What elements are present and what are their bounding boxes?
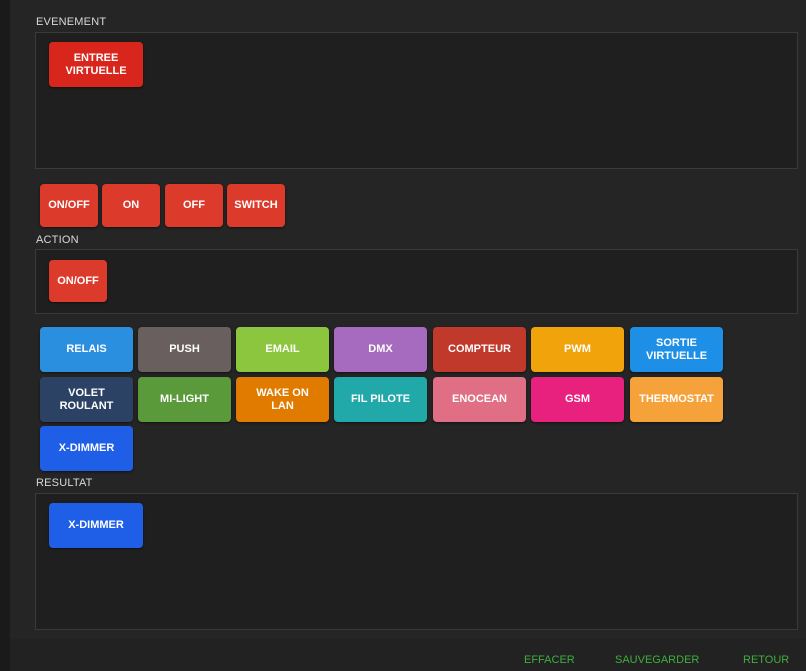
section-label-action: ACTION xyxy=(36,234,79,246)
type-label-wake-on-lan: WAKE ON LAN xyxy=(256,386,309,412)
event-button-on[interactable]: ON xyxy=(102,184,160,227)
effacer-button[interactable]: EFFACER xyxy=(524,654,575,666)
type-button-x-dimmer[interactable]: X-DIMMER xyxy=(40,426,133,471)
type-button-wake-on-lan[interactable]: WAKE ON LAN xyxy=(236,377,329,422)
type-button-gsm[interactable]: GSM xyxy=(531,377,624,422)
type-button-volet-roulant[interactable]: VOLET ROULANT xyxy=(40,377,133,422)
sauvegarder-button[interactable]: SAUVEGARDER xyxy=(615,654,699,666)
evenement-selected-button[interactable]: ENTREE VIRTUELLE xyxy=(49,42,143,87)
type-button-enocean[interactable]: ENOCEAN xyxy=(433,377,526,422)
type-button-thermostat[interactable]: THERMOSTAT xyxy=(630,377,723,422)
event-button-off[interactable]: OFF xyxy=(165,184,223,227)
action-dropzone[interactable] xyxy=(35,249,798,314)
type-button-mi-light[interactable]: MI-LIGHT xyxy=(138,377,231,422)
event-button-switch[interactable]: SWITCH xyxy=(227,184,285,227)
evenement-selected-label: ENTREE VIRTUELLE xyxy=(65,51,127,77)
type-button-dmx[interactable]: DMX xyxy=(334,327,427,372)
type-button-pwm[interactable]: PWM xyxy=(531,327,624,372)
type-button-sortie-virtuelle[interactable]: SORTIE VIRTUELLE xyxy=(630,327,723,372)
resultat-dropzone[interactable] xyxy=(35,493,798,630)
resultat-selected-button[interactable]: X-DIMMER xyxy=(49,503,143,548)
type-label-volet-roulant: VOLET ROULANT xyxy=(59,386,114,412)
type-button-compteur[interactable]: COMPTEUR xyxy=(433,327,526,372)
retour-button[interactable]: RETOUR xyxy=(743,654,789,666)
type-button-email[interactable]: EMAIL xyxy=(236,327,329,372)
section-label-resultat: RESULTAT xyxy=(36,477,93,489)
action-selected-button[interactable]: ON/OFF xyxy=(49,260,107,302)
left-strip xyxy=(0,0,10,671)
section-label-evenement: EVENEMENT xyxy=(36,16,107,28)
type-button-push[interactable]: PUSH xyxy=(138,327,231,372)
type-button-fil-pilote[interactable]: FIL PILOTE xyxy=(334,377,427,422)
evenement-dropzone[interactable] xyxy=(35,32,798,169)
event-button-onoff[interactable]: ON/OFF xyxy=(40,184,98,227)
type-button-relais[interactable]: RELAIS xyxy=(40,327,133,372)
type-label-sortie-virtuelle: SORTIE VIRTUELLE xyxy=(645,336,708,362)
